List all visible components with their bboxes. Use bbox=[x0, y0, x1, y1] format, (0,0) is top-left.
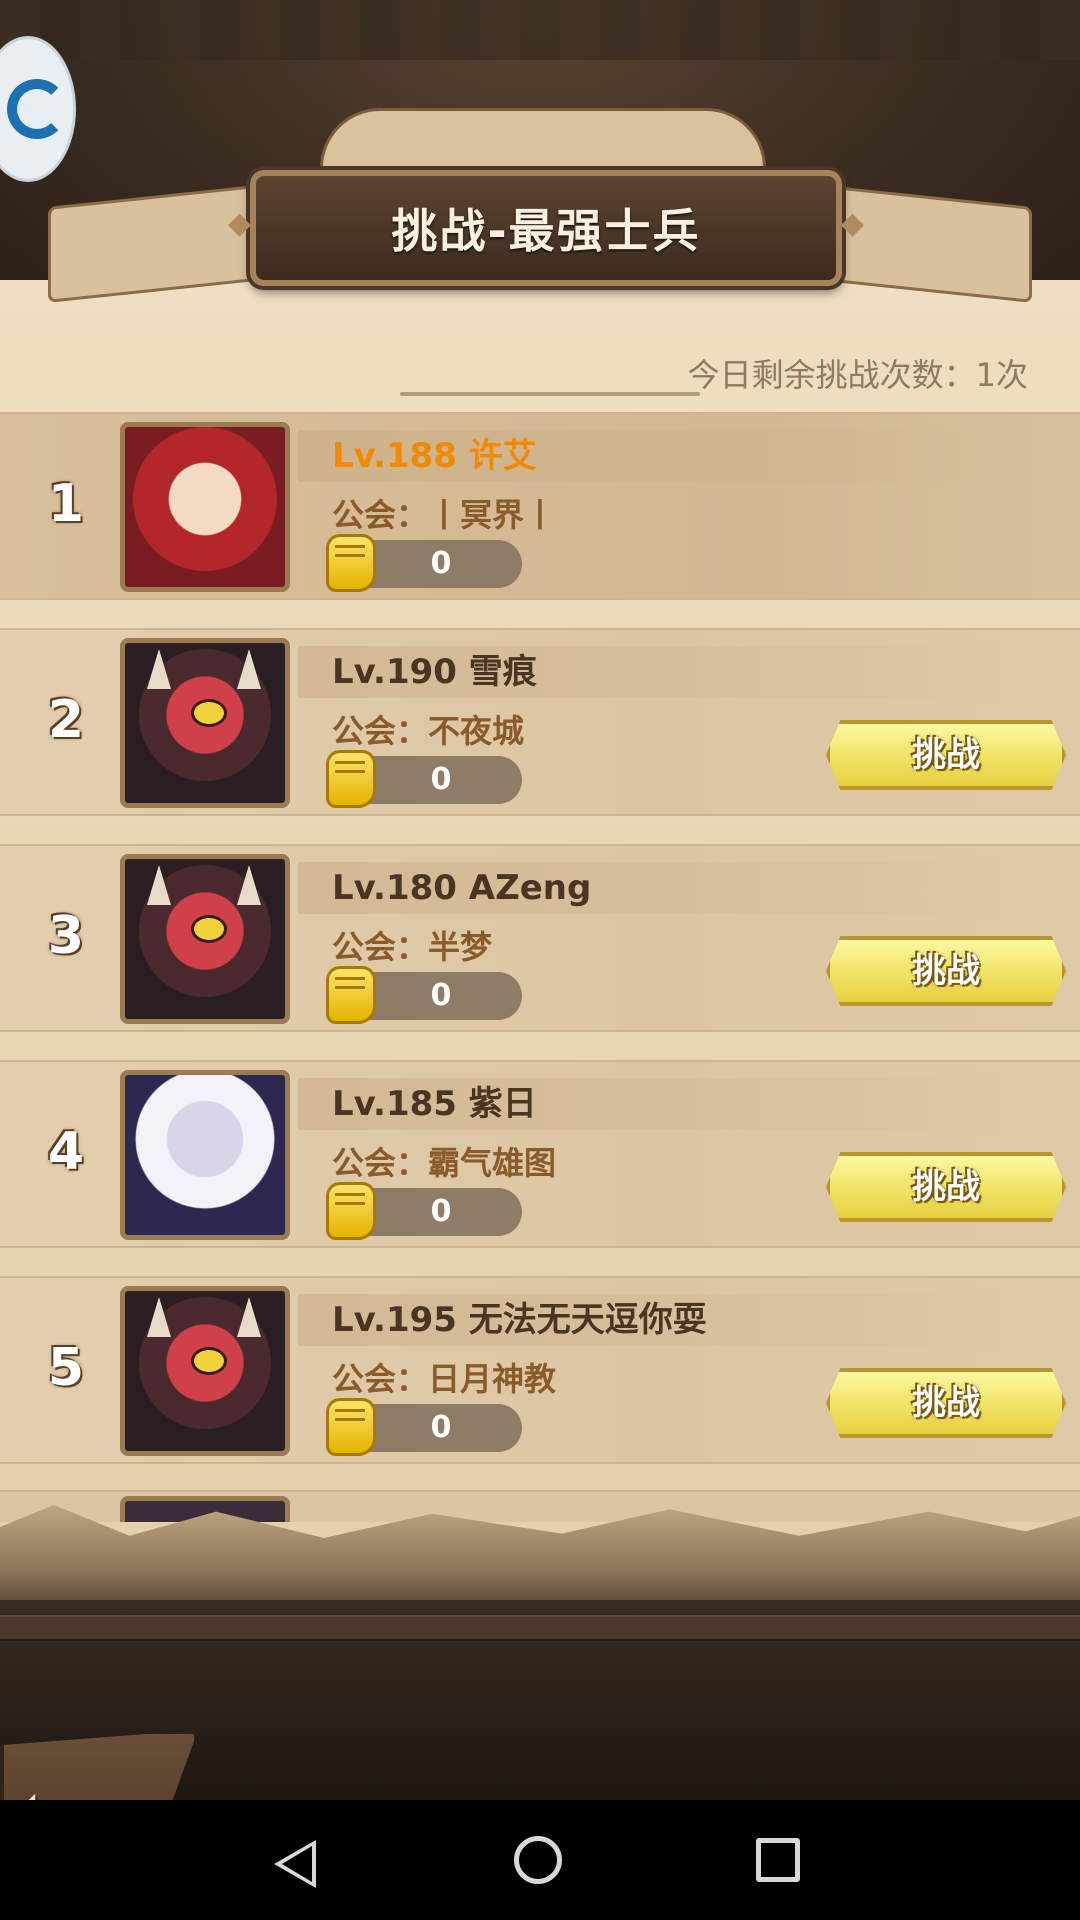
guild-name: 丨冥界丨 bbox=[428, 496, 557, 534]
girl-avatar[interactable] bbox=[120, 422, 290, 592]
challenge-button[interactable]: 挑战 bbox=[826, 720, 1066, 790]
fist-icon bbox=[326, 534, 376, 592]
eye bbox=[191, 699, 227, 727]
nav-home-icon[interactable] bbox=[514, 1836, 562, 1884]
logo-ring bbox=[7, 79, 67, 139]
challenge-button[interactable]: 挑战 bbox=[826, 1368, 1066, 1438]
guild-prefix: 公会： bbox=[332, 1144, 429, 1182]
demon-avatar[interactable] bbox=[120, 638, 290, 808]
guild-name: 霸气雄图 bbox=[428, 1144, 557, 1182]
divider bbox=[400, 392, 700, 396]
rank-number: 2 bbox=[47, 690, 85, 750]
rank-number: 1 bbox=[47, 474, 85, 534]
challenge-button[interactable]: 挑战 bbox=[826, 936, 1066, 1006]
demon-avatar[interactable] bbox=[120, 854, 290, 1024]
title-plate: 挑战-最强士兵 bbox=[228, 170, 864, 286]
player-guild: 公会：半梦 bbox=[332, 922, 492, 968]
player-name: Lv.195 无法无天逗你耍 bbox=[298, 1294, 998, 1346]
challenge-button[interactable]: 挑战 bbox=[826, 1152, 1066, 1222]
ranking-row-2: 2 Lv.190 雪痕 公会：不夜城 0 挑战 bbox=[0, 628, 1080, 816]
guild-prefix: 公会： bbox=[332, 496, 429, 534]
pale-knight-avatar[interactable] bbox=[120, 1070, 290, 1240]
horn bbox=[237, 649, 261, 689]
ranking-row-1: 1 Lv.188 许艾 公会：丨冥界丨 0 bbox=[0, 412, 1080, 600]
rank-number: 5 bbox=[47, 1338, 85, 1398]
player-guild: 公会：不夜城 bbox=[332, 706, 524, 752]
guild-prefix: 公会： bbox=[332, 1360, 429, 1398]
nav-recent-icon[interactable] bbox=[756, 1838, 800, 1882]
horn bbox=[237, 1297, 261, 1337]
nav-back-icon[interactable] bbox=[274, 1840, 316, 1888]
ranking-row-5: 5 Lv.195 无法无天逗你耍 公会：日月神教 0 挑战 bbox=[0, 1276, 1080, 1464]
player-guild: 公会：霸气雄图 bbox=[332, 1138, 556, 1184]
rank-number: 4 bbox=[47, 1122, 85, 1182]
guild-name: 日月神教 bbox=[428, 1360, 557, 1398]
ranking-row-3: 3 Lv.180 AZeng 公会：半梦 0 挑战 bbox=[0, 844, 1080, 1032]
remaining-challenges: 今日剩余挑战次数：1次 bbox=[687, 356, 1028, 394]
eye bbox=[191, 915, 227, 943]
page-title: 挑战-最强士兵 bbox=[391, 204, 701, 258]
guild-prefix: 公会： bbox=[332, 712, 429, 750]
ranking-row-4: 4 Lv.185 紫日 公会：霸气雄图 0 挑战 bbox=[0, 1060, 1080, 1248]
fist-icon bbox=[326, 1398, 376, 1456]
player-guild: 公会：丨冥界丨 bbox=[332, 490, 556, 536]
horn bbox=[147, 649, 171, 689]
player-name: Lv.180 AZeng bbox=[298, 862, 998, 914]
system-nav-bar bbox=[0, 1800, 1080, 1920]
fist-icon bbox=[326, 750, 376, 808]
horn bbox=[237, 865, 261, 905]
player-guild: 公会：日月神教 bbox=[332, 1354, 556, 1400]
horn bbox=[147, 865, 171, 905]
guild-name: 半梦 bbox=[428, 928, 493, 966]
floor-plank bbox=[0, 1615, 1080, 1641]
fist-icon bbox=[326, 966, 376, 1024]
player-name: Lv.190 雪痕 bbox=[298, 646, 998, 698]
player-name: Lv.188 许艾 bbox=[298, 430, 998, 482]
guild-name: 不夜城 bbox=[428, 712, 525, 750]
rank-number: 3 bbox=[47, 906, 85, 966]
demon-avatar[interactable] bbox=[120, 1286, 290, 1456]
guild-prefix: 公会： bbox=[332, 928, 429, 966]
fist-icon bbox=[326, 1182, 376, 1240]
horn bbox=[147, 1297, 171, 1337]
player-name: Lv.185 紫日 bbox=[298, 1078, 998, 1130]
eye bbox=[191, 1347, 227, 1375]
